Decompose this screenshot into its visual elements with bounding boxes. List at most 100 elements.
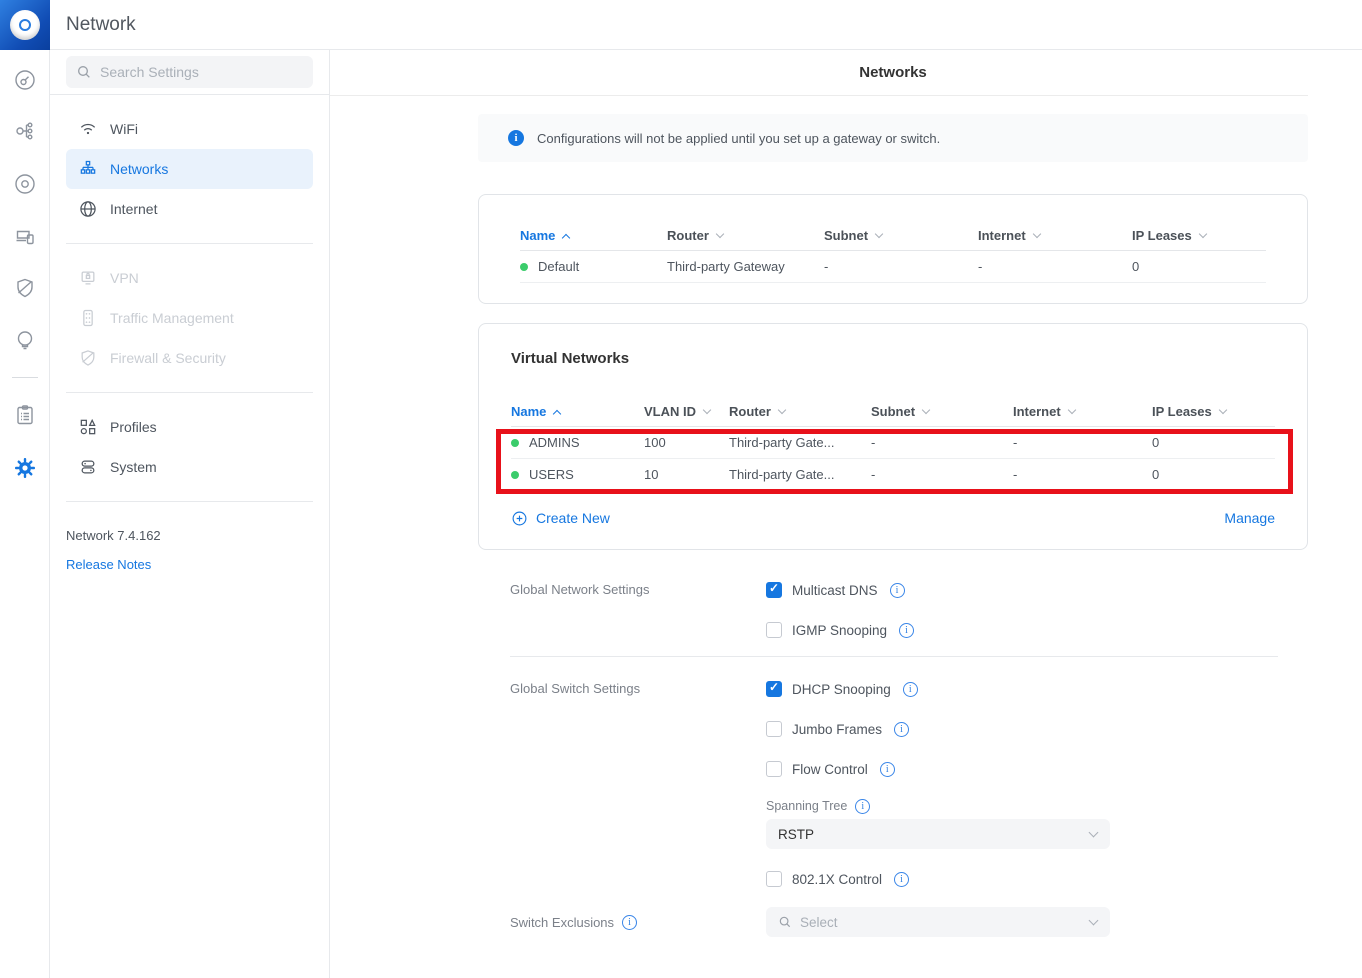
settings-gear-icon[interactable] [13,456,37,480]
network-subnet: - [871,467,1013,482]
search-settings-box[interactable] [66,56,313,88]
multicast-dns-row: Multicast DNS i [766,570,1308,610]
global-network-settings-label: Global Network Settings [478,570,766,650]
search-icon [778,915,792,929]
column-header-label: Subnet [824,228,868,243]
sidebar-item-label: WiFi [110,121,138,137]
security-shield-icon[interactable] [13,276,37,300]
sidebar-item-wifi[interactable]: WiFi [66,109,313,149]
column-header-subnet[interactable]: Subnet [824,228,978,243]
info-icon[interactable]: i [903,682,918,697]
column-header-vlan-id[interactable]: VLAN ID [644,404,729,419]
app-window: Network WiFi Net [0,0,1362,978]
networks-tree-icon [78,159,98,179]
devices-icon[interactable] [13,172,37,196]
topology-icon[interactable] [13,119,37,143]
chevron-down-icon [1089,828,1099,838]
column-header-label: Name [520,228,555,243]
column-header-ip-leases[interactable]: IP Leases [1152,404,1275,419]
column-header-label: Internet [1013,404,1061,419]
table-header-row: Name Router Subnet Internet [520,221,1266,251]
column-header-label: IP Leases [1132,228,1192,243]
info-icon[interactable]: i [894,722,909,737]
network-vlan-id: 100 [644,435,729,450]
sort-chevron-icon [1032,230,1040,238]
virtual-networks-title: Virtual Networks [511,350,1275,367]
column-header-label: IP Leases [1152,404,1212,419]
info-icon[interactable]: i [880,762,895,777]
manage-link[interactable]: Manage [1224,510,1275,526]
settings-form: Global Network Settings Multicast DNS i … [478,570,1308,937]
info-icon[interactable]: i [894,872,909,887]
checkbox-label: Multicast DNS [792,583,878,598]
create-new-button[interactable]: Create New [511,510,610,527]
global-network-settings-row: Global Network Settings Multicast DNS i … [478,570,1308,650]
column-header-name[interactable]: Name [511,404,644,419]
network-name: Default [538,259,579,274]
switch-exclusions-select[interactable]: Select [766,907,1110,937]
page-title: Networks [478,64,1308,81]
column-header-label: Subnet [871,404,915,419]
wifiman-bulb-icon[interactable] [13,328,37,352]
system-log-icon[interactable] [13,403,37,427]
column-header-subnet[interactable]: Subnet [871,404,1013,419]
network-ip-leases: 0 [1132,259,1266,274]
status-dot [511,471,519,479]
sidebar-item-networks[interactable]: Networks [66,149,313,189]
search-settings-input[interactable] [100,64,303,80]
sidebar-item-label: System [110,459,157,475]
dot1x-control-checkbox[interactable] [766,871,782,887]
flow-control-checkbox[interactable] [766,761,782,777]
firewall-shield-icon [78,348,98,368]
search-icon [76,64,92,80]
status-dot [511,439,519,447]
unifi-logo-disc [10,10,40,40]
switch-exclusions-label: Switch Exclusions [510,915,614,930]
release-notes-link[interactable]: Release Notes [66,557,151,572]
content-column: i Configurations will not be applied unt… [478,114,1308,937]
checkbox-label: IGMP Snooping [792,623,887,638]
column-header-name[interactable]: Name [520,228,667,243]
sidebar-item-label: Firewall & Security [110,350,226,366]
clients-icon[interactable] [13,224,37,248]
column-header-internet[interactable]: Internet [978,228,1132,243]
unifi-logo[interactable] [0,0,50,50]
network-internet: - [1013,467,1152,482]
jumbo-frames-checkbox[interactable] [766,721,782,737]
virtual-networks-card: Virtual Networks Name VLAN ID Router [478,323,1308,550]
sidebar-item-profiles[interactable]: Profiles [66,407,313,447]
select-placeholder: Select [800,915,838,930]
info-banner: i Configurations will not be applied unt… [478,114,1308,162]
info-icon[interactable]: i [855,799,870,814]
column-header-router[interactable]: Router [667,228,824,243]
column-header-label: Internet [978,228,1026,243]
info-icon[interactable]: i [890,583,905,598]
system-stack-icon [78,457,98,477]
igmp-snooping-checkbox[interactable] [766,622,782,638]
info-icon[interactable]: i [622,915,637,930]
sort-chevron-icon [562,233,570,241]
dhcp-snooping-checkbox[interactable] [766,681,782,697]
switch-exclusions-row: Switch Exclusions i Select [478,907,1308,937]
status-dot [520,263,528,271]
network-name: ADMINS [529,435,580,450]
info-icon[interactable]: i [899,623,914,638]
table-row-admins[interactable]: ADMINS 100 Third-party Gate... - - 0 [511,427,1275,459]
table-row-users[interactable]: USERS 10 Third-party Gate... - - 0 [511,459,1275,491]
sidebar-item-system[interactable]: System [66,447,313,487]
nav-divider [66,501,313,502]
multicast-dns-checkbox[interactable] [766,582,782,598]
dashboard-icon[interactable] [13,68,37,92]
main-panel: Networks i Configurations will not be ap… [330,50,1362,978]
sort-chevron-icon [1219,406,1227,414]
column-header-router[interactable]: Router [729,404,871,419]
table-row-default[interactable]: Default Third-party Gateway - - 0 [520,251,1266,283]
sort-chevron-icon [716,230,724,238]
network-router: Third-party Gate... [729,435,871,450]
network-internet: - [1013,435,1152,450]
sidebar-item-internet[interactable]: Internet [66,189,313,229]
column-header-ip-leases[interactable]: IP Leases [1132,228,1266,243]
spanning-tree-select[interactable]: RSTP [766,819,1110,849]
network-name: USERS [529,467,574,482]
column-header-internet[interactable]: Internet [1013,404,1152,419]
